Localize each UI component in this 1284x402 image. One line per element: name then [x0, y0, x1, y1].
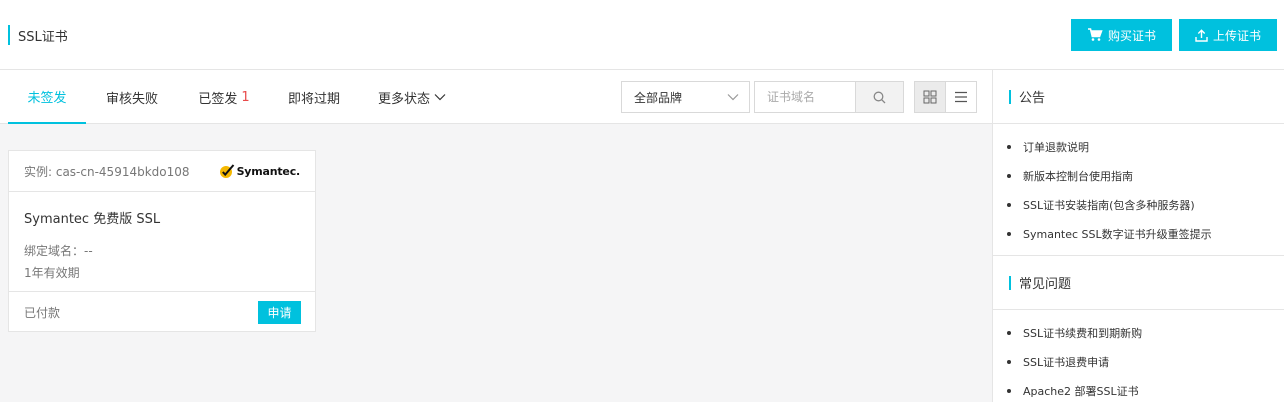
- link-text: SSL证书续费和到期新购: [1023, 326, 1143, 340]
- tab-expiring-soon[interactable]: 即将过期: [274, 70, 354, 124]
- list-item[interactable]: 订单退款说明: [1007, 132, 1284, 161]
- announcements-section: 订单退款说明 新版本控制台使用指南 SSL证书安装指南(包含多种服务器) Sym…: [993, 124, 1284, 256]
- tab-label: 更多状态: [377, 91, 430, 107]
- checkmark-logo-icon: [219, 163, 234, 178]
- bullet-icon: [1007, 359, 1011, 364]
- brand-select[interactable]: 全部品牌: [621, 81, 750, 113]
- tab-issued[interactable]: 已签发 1: [186, 70, 262, 124]
- list-item[interactable]: SSL证书退费申请: [1007, 347, 1284, 376]
- bullet-icon: [1007, 388, 1011, 393]
- faq-list: SSL证书续费和到期新购 SSL证书退费申请 Apache2 部署SSL证书: [993, 310, 1284, 402]
- right-sidebar: 公告 订单退款说明 新版本控制台使用指南 SSL证书安装指南(包含多种服务器) …: [992, 70, 1284, 402]
- list-item[interactable]: SSL证书安装指南(包含多种服务器): [1007, 190, 1284, 219]
- tab-count-badge: 1: [241, 89, 250, 105]
- bullet-icon: [1007, 144, 1011, 149]
- validity-period: 1年有效期: [24, 266, 80, 280]
- section-accent-bar: [1009, 89, 1011, 104]
- link-text: SSL证书退费申请: [1023, 355, 1110, 369]
- brand-select-value: 全部品牌: [634, 90, 683, 105]
- list-item[interactable]: 新版本控制台使用指南: [1007, 161, 1284, 190]
- tab-label: 即将过期: [287, 91, 340, 107]
- filter-toolbar: 未签发 审核失败 已签发 1 即将过期 更多状态 全部品牌: [0, 70, 993, 124]
- section-accent-bar: [1009, 275, 1011, 290]
- buy-certificate-label: 购买证书: [1107, 28, 1156, 43]
- page-title: SSL证书: [18, 29, 68, 45]
- grid-view-icon: [923, 90, 937, 104]
- tab-review-failed[interactable]: 审核失败: [92, 70, 172, 124]
- page-header: SSL证书 购买证书 上传证书: [0, 0, 1284, 70]
- announcements-header: 公告: [993, 70, 1284, 124]
- chevron-down-icon: [727, 94, 739, 101]
- grid-view-toggle[interactable]: [914, 81, 946, 113]
- cart-icon: [1087, 28, 1103, 41]
- tab-not-issued[interactable]: 未签发: [8, 70, 86, 124]
- domain-search-input[interactable]: [754, 81, 855, 113]
- link-text: Apache2 部署SSL证书: [1023, 384, 1139, 398]
- buy-certificate-button[interactable]: 购买证书: [1071, 19, 1172, 51]
- tab-label: 未签发: [27, 90, 67, 106]
- list-view-toggle[interactable]: [945, 81, 977, 113]
- card-footer: 已付款 申请: [9, 292, 315, 332]
- tab-more-status[interactable]: 更多状态: [366, 70, 458, 124]
- upload-certificate-label: 上传证书: [1212, 28, 1261, 43]
- bullet-icon: [1007, 231, 1011, 236]
- bound-domain: 绑定域名：--: [24, 244, 93, 258]
- search-button[interactable]: [855, 81, 904, 113]
- list-item[interactable]: Apache2 部署SSL证书: [1007, 376, 1284, 402]
- search-icon: [873, 91, 886, 103]
- symantec-logo: Symantec.: [219, 163, 301, 179]
- product-name: Symantec 免费版 SSL: [24, 212, 161, 227]
- link-text: Symantec SSL数字证书升级重签提示: [1023, 227, 1212, 241]
- bullet-icon: [1007, 202, 1011, 207]
- list-view-icon: [955, 91, 967, 103]
- apply-button[interactable]: 申请: [258, 300, 301, 324]
- upload-icon: [1195, 28, 1208, 42]
- bullet-icon: [1007, 330, 1011, 335]
- brand-name: Symantec.: [236, 164, 301, 178]
- announcements-list: 订单退款说明 新版本控制台使用指南 SSL证书安装指南(包含多种服务器) Sym…: [993, 124, 1284, 252]
- link-text: 新版本控制台使用指南: [1023, 169, 1133, 183]
- tab-label: 已签发: [198, 91, 238, 107]
- announcements-title: 公告: [1019, 91, 1046, 106]
- upload-certificate-button[interactable]: 上传证书: [1179, 19, 1277, 51]
- card-header: 实例: cas-cn-45914bkdo108 Symantec.: [9, 151, 315, 192]
- bullet-icon: [1007, 173, 1011, 178]
- list-item[interactable]: Symantec SSL数字证书升级重签提示: [1007, 219, 1284, 248]
- tab-label: 审核失败: [105, 91, 158, 107]
- certificate-main: 未签发 审核失败 已签发 1 即将过期 更多状态 全部品牌 证书域名 实例: c…: [0, 70, 993, 402]
- faq-header: 常见问题: [993, 256, 1284, 310]
- payment-status: 已付款: [24, 305, 61, 320]
- instance-id: 实例: cas-cn-45914bkdo108: [24, 164, 190, 179]
- faq-title: 常见问题: [1019, 277, 1072, 292]
- certificate-card: 实例: cas-cn-45914bkdo108 Symantec. Symant…: [8, 150, 316, 332]
- link-text: SSL证书安装指南(包含多种服务器): [1023, 198, 1195, 212]
- list-item[interactable]: SSL证书续费和到期新购: [1007, 318, 1284, 347]
- link-text: 订单退款说明: [1023, 140, 1089, 154]
- card-body: Symantec 免费版 SSL 绑定域名：-- 1年有效期: [9, 192, 315, 292]
- ssl-certificate-page: SSL证书 购买证书 上传证书 未签发 审核失败 已签发 1 即将过期 更多状态…: [0, 0, 1284, 402]
- page-title-wrap: SSL证书: [8, 25, 68, 45]
- chevron-down-icon: [434, 94, 446, 101]
